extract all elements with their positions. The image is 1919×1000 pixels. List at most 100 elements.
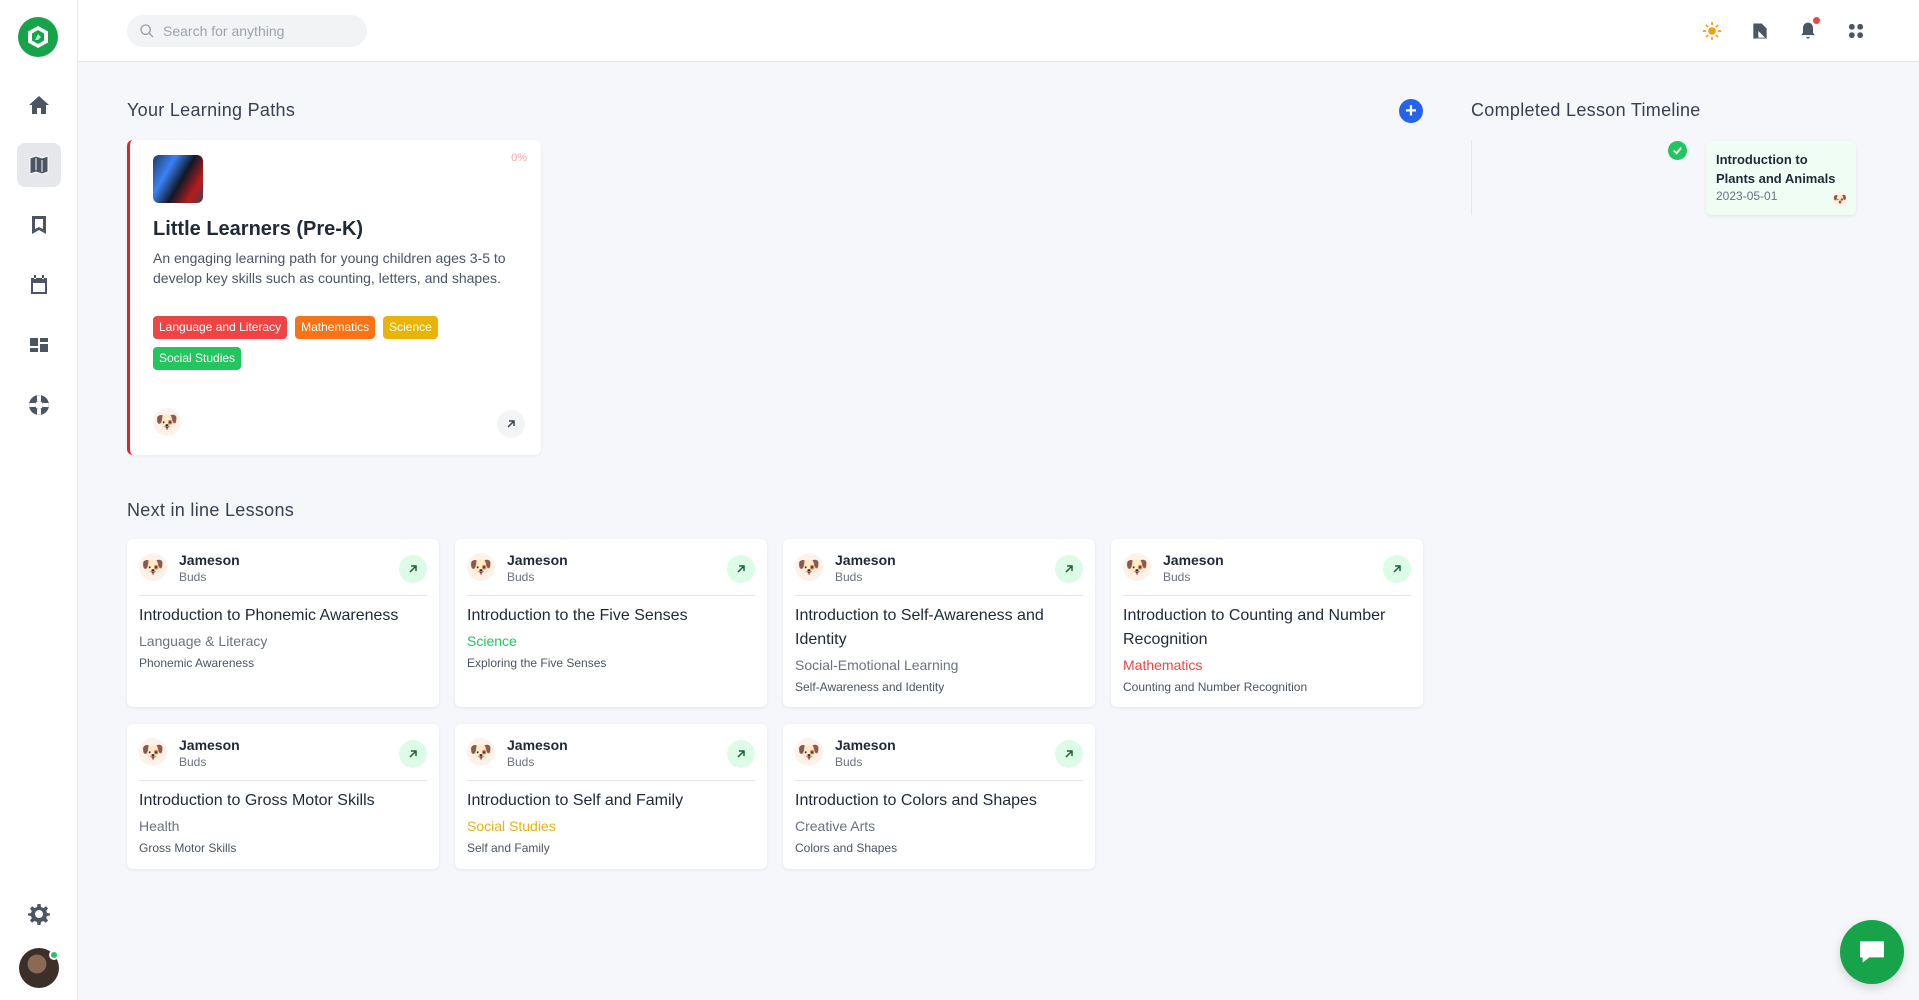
- arrow-up-right-icon: [737, 750, 745, 758]
- search-icon: [140, 24, 154, 38]
- lesson-card[interactable]: 🐶 Jameson Buds Introduction to Gross Mot…: [127, 724, 439, 869]
- open-lesson-button[interactable]: [727, 740, 755, 768]
- dog-avatar-icon: 🐶: [467, 553, 495, 581]
- chat-button[interactable]: [1840, 920, 1904, 984]
- lesson-topic: Phonemic Awareness: [139, 656, 255, 670]
- lesson-subject: Language & Literacy: [139, 633, 268, 649]
- sidebar-item-dashboard[interactable]: [17, 323, 61, 367]
- search-bar[interactable]: [127, 15, 367, 47]
- lesson-author: Jameson: [835, 552, 896, 568]
- next-lessons-title: Next in line Lessons: [127, 500, 295, 520]
- divider: [795, 780, 1083, 781]
- lesson-topic: Colors and Shapes: [795, 841, 898, 855]
- lesson-subject: Health: [139, 818, 180, 834]
- learning-path-card[interactable]: 0% Little Learners (Pre-K) An engaging l…: [127, 140, 541, 455]
- sun-icon: [1702, 21, 1722, 41]
- lesson-card[interactable]: 🐶 Jameson Buds Introduction to the Five …: [455, 539, 767, 707]
- dog-avatar-icon: 🐶: [795, 553, 823, 581]
- dog-avatar-icon: 🐶: [1123, 553, 1151, 581]
- timeline-item[interactable]: Introduction to Plants and Animals 2023-…: [1706, 141, 1856, 215]
- lesson-title: Introduction to the Five Senses: [467, 607, 688, 624]
- user-avatar[interactable]: [19, 948, 59, 988]
- dashboard-icon: [30, 338, 48, 352]
- open-lesson-button[interactable]: [399, 740, 427, 768]
- open-lesson-button[interactable]: [1055, 555, 1083, 583]
- divider: [139, 780, 427, 781]
- plus-icon: +: [1405, 100, 1417, 122]
- map-icon: [29, 155, 49, 175]
- sidebar-item-settings[interactable]: [17, 892, 61, 936]
- arrow-up-right-icon: [1393, 565, 1401, 573]
- tag-social-studies: Social Studies: [153, 347, 242, 370]
- lesson-subject: Social-Emotional Learning: [795, 657, 959, 673]
- lifebuoy-icon: [29, 395, 50, 415]
- lesson-subject: Mathematics: [1123, 657, 1203, 673]
- open-lesson-button[interactable]: [1383, 555, 1411, 583]
- notifications-button[interactable]: [1796, 17, 1820, 43]
- lesson-subject: Creative Arts: [795, 818, 876, 834]
- apps-button[interactable]: [1844, 19, 1868, 43]
- lesson-group: Buds: [179, 570, 207, 584]
- lesson-author: Jameson: [507, 552, 568, 568]
- lesson-group: Buds: [1163, 570, 1191, 584]
- open-lesson-button[interactable]: [399, 555, 427, 583]
- sidebar-item-learning-paths[interactable]: [17, 143, 61, 187]
- lesson-subject: Science: [467, 633, 517, 649]
- lesson-card[interactable]: 🐶 Jameson Buds Introduction to Self and …: [455, 724, 767, 869]
- arrow-up-right-icon: [409, 565, 417, 573]
- lesson-title: Introduction to Phonemic Awareness: [139, 607, 399, 624]
- timeline-item-title: Introduction to Plants and Animals: [1716, 152, 1836, 186]
- lesson-group: Buds: [179, 755, 207, 769]
- bookmark-icon: [32, 216, 46, 234]
- learning-path-tags: Language and Literacy Mathematics Scienc…: [153, 316, 523, 370]
- lesson-author: Jameson: [179, 552, 240, 568]
- lesson-author: Jameson: [507, 737, 568, 753]
- lesson-title: Introduction to Colors and Shapes: [795, 792, 1037, 809]
- divider: [1123, 595, 1411, 596]
- learning-path-progress: 0%: [511, 152, 527, 164]
- lesson-topic: Gross Motor Skills: [139, 841, 237, 855]
- open-learning-path-button[interactable]: [497, 410, 525, 438]
- arrow-up-right-icon: [1065, 750, 1073, 758]
- lesson-card[interactable]: 🐶 Jameson Buds Introduction to Phonemic …: [127, 539, 439, 707]
- sidebar-item-home[interactable]: [17, 83, 61, 127]
- sidebar-item-calendar[interactable]: [17, 263, 61, 307]
- lesson-author: Jameson: [179, 737, 240, 753]
- calendar-icon: [31, 275, 47, 294]
- app-logo[interactable]: [18, 17, 58, 57]
- arrow-up-right-icon: [737, 565, 745, 573]
- lesson-subject: Social Studies: [467, 818, 556, 834]
- dog-avatar-icon: 🐶: [139, 553, 167, 581]
- lesson-card[interactable]: 🐶 Jameson Buds Introduction to Colors an…: [783, 724, 1095, 869]
- open-lesson-button[interactable]: [1055, 740, 1083, 768]
- sidebar-item-bookmarks[interactable]: [17, 203, 61, 247]
- bell-icon: [1801, 22, 1815, 39]
- home-icon: [29, 96, 49, 114]
- divider: [467, 595, 755, 596]
- dog-avatar-icon: 🐶: [153, 408, 181, 436]
- lesson-card[interactable]: 🐶 Jameson Buds Introduction to Counting …: [1111, 539, 1423, 707]
- open-lesson-button[interactable]: [727, 555, 755, 583]
- add-learning-path-button[interactable]: +: [1399, 99, 1423, 123]
- topbar: [78, 0, 1919, 62]
- divider: [139, 595, 427, 596]
- learning-paths-title: Your Learning Paths: [127, 100, 296, 120]
- theme-toggle-button[interactable]: [1700, 19, 1724, 43]
- divider: [795, 595, 1083, 596]
- layout-toggle-button[interactable]: [1748, 19, 1772, 43]
- search-input[interactable]: [163, 23, 353, 39]
- lesson-topic: Counting and Number Recognition: [1123, 680, 1308, 694]
- hexagon-logo-icon: [28, 26, 48, 48]
- timeline-line: [1471, 140, 1472, 215]
- tag-mathematics: Mathematics: [295, 316, 376, 339]
- dog-avatar-icon: 🐶: [467, 738, 495, 766]
- lesson-title: Introduction to Self and Family: [467, 792, 684, 809]
- sidebar-item-support[interactable]: [17, 383, 61, 427]
- lesson-topic: Exploring the Five Senses: [467, 656, 607, 670]
- sidebar: [0, 0, 78, 1000]
- lesson-group: Buds: [835, 570, 863, 584]
- dog-avatar-icon: 🐶: [1832, 191, 1848, 207]
- lesson-card[interactable]: 🐶 Jameson Buds Introduction to Self-Awar…: [783, 539, 1095, 707]
- lesson-title: Introduction to Counting and Number Reco…: [1123, 607, 1386, 648]
- gear-icon: [28, 904, 50, 925]
